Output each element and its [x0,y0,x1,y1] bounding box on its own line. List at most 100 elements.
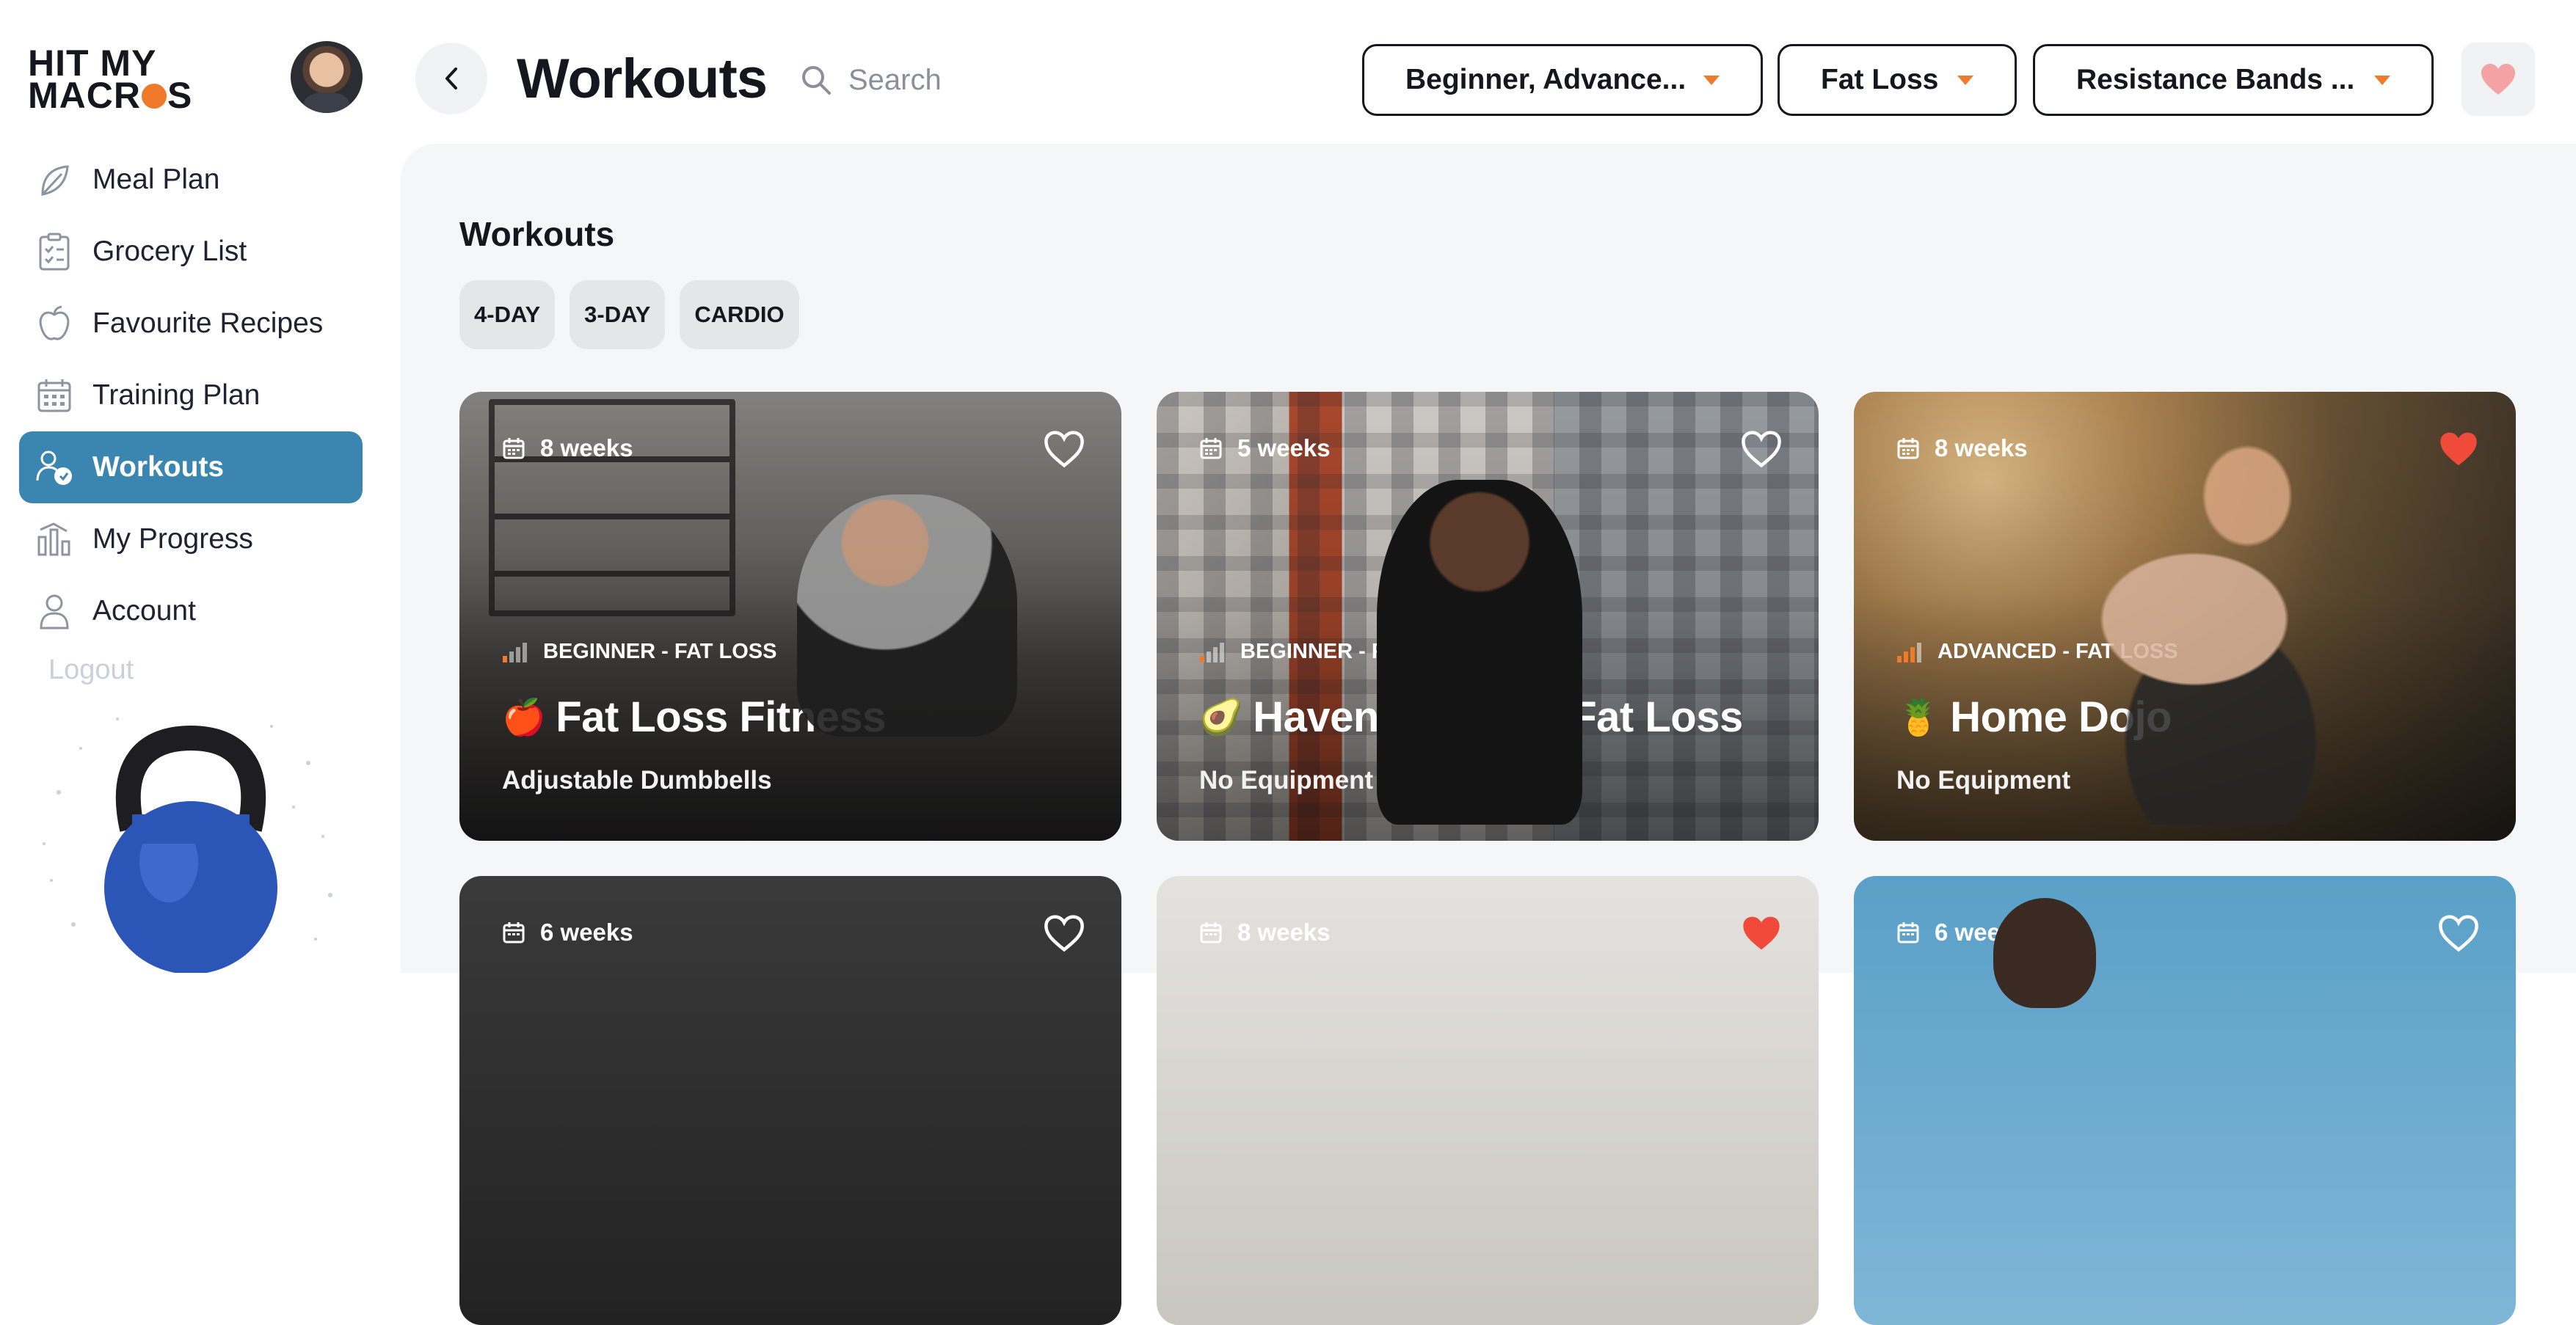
card-title-text: Haven - Intro to Fat Loss [1253,693,1743,741]
calendar-icon [1897,922,1919,943]
card-duration: 6 weeks [502,919,633,946]
card-equipment: No Equipment [1199,766,1374,795]
logo-orange-icon [141,83,167,109]
card-weeks: 5 weeks [1237,434,1331,461]
calendar-icon [1200,438,1222,459]
card-level-label: ADVANCED - FAT LOSS [1938,640,2178,663]
apple-emoji-icon: 🍎 [502,698,546,737]
workout-card[interactable]: 6 weeks [1854,876,2516,1325]
avatar[interactable] [291,41,363,113]
favourites-filter-button[interactable] [2462,43,2535,116]
logout-link[interactable]: Logout [48,654,134,686]
calendar-icon [503,922,525,943]
card-level-label: BEGINNER - FAT LOSS [543,640,777,663]
caret-down-icon [1957,76,1973,85]
card-title: 🍍 Home Dojo [1896,693,2172,742]
sidebar-item-label: Meal Plan [92,164,220,195]
card-duration: 6 weeks [1896,919,2028,946]
main-panel: Workouts 4-DAY 3-DAY CARDIO 8 weeks BEGI… [401,144,2576,1325]
card-weeks: 8 weeks [1237,919,1331,946]
calendar-icon [35,376,73,415]
card-duration: 8 weeks [1199,919,1331,946]
brand-logo[interactable]: HIT MY MACR S [28,45,211,114]
split-filter-chips: 4-DAY 3-DAY CARDIO [459,280,799,349]
sidebar-item-label: Workouts [92,451,225,483]
sidebar-item-workouts[interactable]: Workouts [19,431,363,503]
logo-text-b: S [167,75,193,116]
card-weeks: 6 weeks [540,919,633,946]
chevron-left-icon [445,67,457,90]
person-icon [35,592,73,630]
heart-outline-icon[interactable] [1044,914,1085,952]
sidebar: HIT MY MACR S Meal Plan Grocery List Favo… [0,0,401,973]
card-level-label: BEGINNER - FAT LOSS [1240,640,1474,663]
card-duration: 8 weeks [502,434,633,462]
card-level: BEGINNER - FAT LOSS [502,640,776,664]
heart-filled-icon[interactable] [1741,914,1782,952]
card-title-text: Fat Loss Fitness [556,693,886,741]
heart-outline-icon[interactable] [2438,914,2479,952]
checklist-icon [35,233,73,271]
level-filter-dropdown[interactable]: Beginner, Advance... [1362,44,1763,116]
calendar-icon [503,438,525,459]
card-weeks: 6 weeks [1935,919,2028,946]
workout-card[interactable]: 8 weeks ADVANCED - FAT LOSS 🍍 Home Dojo … [1854,392,2516,841]
goal-filter-dropdown[interactable]: Fat Loss [1778,44,2017,116]
sidebar-item-label: Account [92,595,196,627]
pineapple-emoji-icon: 🍍 [1896,698,1940,737]
apple-icon [35,304,73,343]
sidebar-item-account[interactable]: Account [19,575,363,647]
kettlebell-illustration [43,718,332,973]
card-level: ADVANCED - FAT LOSS [1896,640,2178,664]
card-weeks: 8 weeks [1935,434,2028,461]
section-title: Workouts [459,215,615,253]
card-equipment: Adjustable Dumbbells [502,766,772,795]
logo-line-2: MACR S [28,77,211,114]
sidebar-item-label: Grocery List [92,236,247,267]
workout-card[interactable]: 6 weeks [459,876,1121,1325]
signal-bars-icon [1200,642,1224,662]
heart-outline-icon[interactable] [1741,430,1782,468]
sidebar-nav: Meal Plan Grocery List Favourite Recipes… [19,144,363,647]
workout-user-icon [35,448,73,486]
leaf-icon [35,161,73,199]
card-duration: 8 weeks [1896,434,2028,462]
sidebar-item-favourite-recipes[interactable]: Favourite Recipes [19,288,363,359]
signal-bars-icon [1897,642,1921,662]
workout-card[interactable]: 8 weeks BEGINNER - FAT LOSS 🍎 Fat Loss F… [459,392,1121,841]
equipment-filter-label: Resistance Bands ... [2076,64,2355,95]
card-equipment: No Equipment [1896,766,2071,795]
level-filter-label: Beginner, Advance... [1405,64,1687,95]
heart-icon [2481,64,2515,95]
caret-down-icon [1703,76,1720,85]
workout-card[interactable]: 5 weeks BEGINNER - FAT LOSS 🥑 Haven - In… [1157,392,1819,841]
heart-filled-icon[interactable] [2438,430,2479,468]
chip-3-day[interactable]: 3-DAY [570,280,666,349]
signal-bars-icon [503,642,527,662]
sidebar-item-grocery-list[interactable]: Grocery List [19,216,363,288]
workout-card[interactable]: 8 weeks [1157,876,1819,1325]
sidebar-item-my-progress[interactable]: My Progress [19,503,363,575]
sidebar-item-meal-plan[interactable]: Meal Plan [19,144,363,216]
progress-chart-icon [35,520,73,558]
caret-down-icon [2374,76,2390,85]
search-bar[interactable] [800,57,1240,103]
back-button[interactable] [415,43,487,114]
logo-text-a: MACR [28,75,141,116]
calendar-icon [1897,438,1919,459]
heart-outline-icon[interactable] [1044,430,1085,468]
page-title: Workouts [517,48,768,110]
card-title: 🍎 Fat Loss Fitness [502,693,886,742]
card-duration: 5 weeks [1199,434,1331,462]
chip-4-day[interactable]: 4-DAY [459,280,556,349]
sidebar-item-training-plan[interactable]: Training Plan [19,359,363,431]
search-input[interactable] [847,62,1231,98]
chip-cardio[interactable]: CARDIO [680,280,799,349]
equipment-filter-dropdown[interactable]: Resistance Bands ... [2033,44,2434,116]
goal-filter-label: Fat Loss [1821,64,1939,95]
card-title-text: Home Dojo [1950,693,2172,741]
card-level: BEGINNER - FAT LOSS [1199,640,1474,664]
sidebar-item-label: Training Plan [92,379,261,411]
search-icon [802,66,831,95]
avocado-emoji-icon: 🥑 [1199,698,1243,737]
